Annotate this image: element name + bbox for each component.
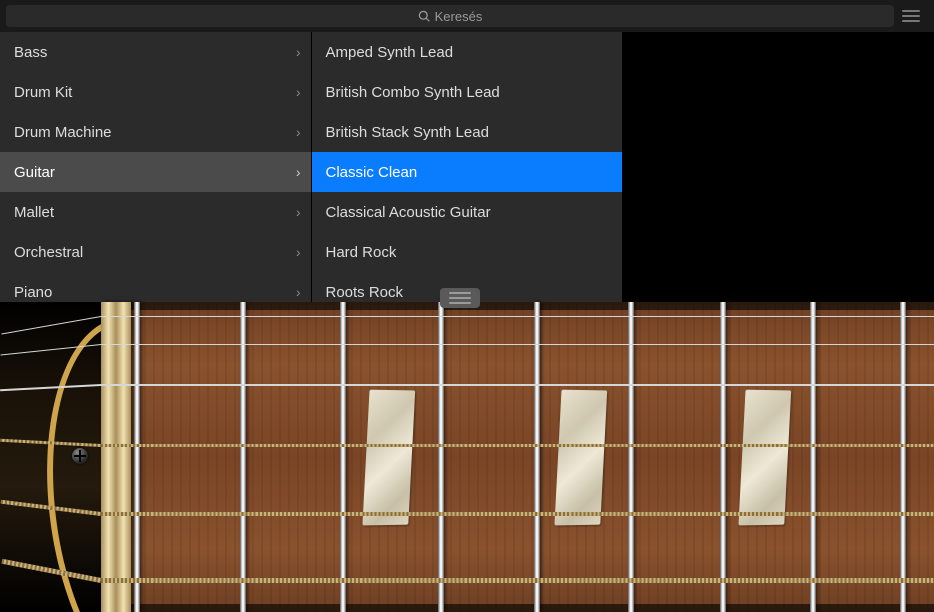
search-input[interactable]: Keresés xyxy=(6,5,894,27)
fret-wire xyxy=(900,302,906,612)
fret-wire xyxy=(240,302,246,612)
chevron-right-icon: › xyxy=(296,44,301,60)
preset-label: Classic Clean xyxy=(326,164,418,181)
fret-wire xyxy=(134,302,140,612)
category-label: Guitar xyxy=(14,164,55,181)
category-row[interactable]: Drum Machine › xyxy=(0,112,311,152)
chevron-right-icon: › xyxy=(296,124,301,140)
category-label: Bass xyxy=(14,44,47,61)
category-row[interactable]: Guitar › xyxy=(0,152,311,192)
category-label: Mallet xyxy=(14,204,54,221)
chevron-right-icon: › xyxy=(296,204,301,220)
preset-label: British Combo Synth Lead xyxy=(326,84,500,101)
category-row[interactable]: Piano › xyxy=(0,272,311,302)
fret-inlay xyxy=(554,390,607,526)
preset-row[interactable]: Classical Acoustic Guitar xyxy=(312,192,623,232)
category-row[interactable]: Mallet › xyxy=(0,192,311,232)
panel-resize-handle[interactable] xyxy=(440,288,480,308)
preset-row[interactable]: British Stack Synth Lead xyxy=(312,112,623,152)
preset-column: Amped Synth Lead British Combo Synth Lead… xyxy=(312,32,623,302)
chevron-right-icon: › xyxy=(296,84,301,100)
category-row[interactable]: Drum Kit › xyxy=(0,72,311,112)
category-label: Piano xyxy=(14,284,52,301)
sound-browser: Bass›Drum Kit›Drum Machine›Guitar›Mallet… xyxy=(0,32,622,302)
menu-icon[interactable] xyxy=(894,15,928,17)
fret-wire xyxy=(810,302,816,612)
chevron-right-icon: › xyxy=(296,284,301,300)
search-icon xyxy=(418,10,431,23)
category-row[interactable]: Bass › xyxy=(0,32,311,72)
preset-label: Roots Rock xyxy=(326,284,404,301)
category-row[interactable]: Orchestral › xyxy=(0,232,311,272)
fret-wire xyxy=(534,302,540,612)
category-label: Orchestral xyxy=(14,244,83,261)
guitar-nut xyxy=(101,302,131,612)
category-label: Drum Kit xyxy=(14,84,72,101)
fret-inlay xyxy=(362,390,415,526)
chevron-right-icon: › xyxy=(296,244,301,260)
preset-row[interactable]: Amped Synth Lead xyxy=(312,32,623,72)
search-placeholder: Keresés xyxy=(435,9,483,24)
preset-row[interactable]: Hard Rock xyxy=(312,232,623,272)
fret-wire xyxy=(340,302,346,612)
fret-wire xyxy=(720,302,726,612)
top-bar: Keresés xyxy=(0,0,934,33)
truss-rod-screw xyxy=(72,448,88,464)
fretboard-wood xyxy=(0,302,934,612)
preset-label: Classical Acoustic Guitar xyxy=(326,204,491,221)
guitar-fretboard[interactable] xyxy=(0,302,934,612)
chevron-right-icon: › xyxy=(296,164,301,180)
preset-label: Hard Rock xyxy=(326,244,397,261)
fret-wire xyxy=(628,302,634,612)
fret-inlay xyxy=(738,390,791,526)
preset-label: Amped Synth Lead xyxy=(326,44,454,61)
fret-wire xyxy=(438,302,444,612)
category-label: Drum Machine xyxy=(14,124,112,141)
category-column: Bass›Drum Kit›Drum Machine›Guitar›Mallet… xyxy=(0,32,312,302)
preset-label: British Stack Synth Lead xyxy=(326,124,489,141)
preset-row[interactable]: British Combo Synth Lead xyxy=(312,72,623,112)
preset-row[interactable]: Classic Clean xyxy=(312,152,623,192)
